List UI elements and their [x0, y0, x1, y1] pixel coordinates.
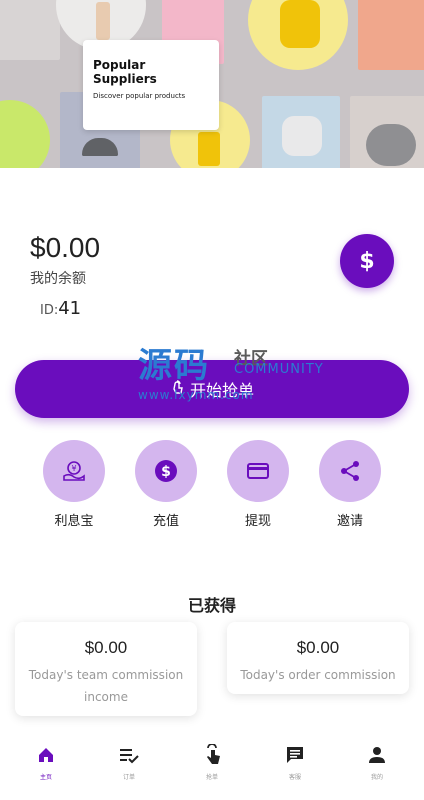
balance-amount: $0.00 — [30, 232, 101, 263]
action-interest-treasure[interactable]: ¥ 利息宝 — [43, 440, 105, 529]
dollar-circle-icon: $ — [155, 460, 177, 482]
tap-icon — [170, 379, 186, 399]
bottom-nav: 主页 订单 抢单 客服 我的 — [0, 738, 424, 800]
invite-circle — [319, 440, 381, 502]
card-icon — [247, 463, 269, 479]
balance-label: 我的余额 — [30, 271, 86, 287]
chat-icon — [275, 744, 315, 766]
nav-item-profile[interactable]: 我的 — [357, 744, 397, 781]
nav-item-home[interactable]: 主页 — [26, 744, 66, 781]
order-commission-value: $0.00 — [296, 638, 340, 657]
profile-icon — [357, 744, 397, 766]
banner-title: Popular Suppliers — [93, 58, 157, 86]
action-recharge[interactable]: $ 充值 — [135, 440, 197, 529]
banner-tile — [0, 0, 60, 60]
action-label: 利息宝 — [54, 514, 94, 529]
banner-card: Popular Suppliers Discover popular produ… — [83, 40, 219, 130]
banner-subtitle: Discover popular products — [93, 92, 186, 100]
nav-label: 主页 — [39, 774, 52, 781]
banner-tile — [358, 0, 424, 70]
balance-dollar-button[interactable]: $ — [340, 234, 394, 288]
home-icon — [26, 744, 66, 766]
banner-circle — [0, 100, 50, 168]
nav-label: 我的 — [370, 774, 383, 781]
product-bottle-image — [96, 2, 110, 40]
order-commission-label: Today's order commission — [240, 668, 396, 682]
user-id-value: 41 — [58, 298, 82, 319]
action-label: 邀请 — [336, 514, 363, 529]
product-shoes-image — [282, 116, 322, 156]
nav-item-service[interactable]: 客服 — [275, 744, 315, 781]
nav-label: 客服 — [288, 774, 301, 781]
product-chair-image — [280, 0, 320, 48]
nav-label: 抢单 — [205, 774, 218, 781]
action-withdraw[interactable]: 提现 — [227, 440, 289, 529]
action-label: 充值 — [152, 514, 179, 529]
action-row: ¥ 利息宝 $ 充值 提现 邀请 — [0, 440, 424, 530]
team-commission-card: $0.00 Today's team commission income — [15, 622, 197, 716]
nav-item-grab-order[interactable]: 抢单 — [192, 744, 232, 781]
nav-label: 订单 — [122, 774, 135, 781]
svg-text:¥: ¥ — [71, 464, 76, 473]
action-label: 提现 — [244, 514, 271, 529]
grab-order-icon — [192, 744, 232, 766]
svg-text:$: $ — [161, 464, 171, 480]
interest-treasure-circle: ¥ — [43, 440, 105, 502]
team-commission-value: $0.00 — [84, 638, 128, 657]
user-id: ID:41 — [40, 298, 81, 319]
start-grab-order-button[interactable]: 开始抢单 — [15, 360, 409, 418]
withdraw-circle — [227, 440, 289, 502]
nav-item-orders[interactable]: 订单 — [109, 744, 149, 781]
start-grab-order-label: 开始抢单 — [189, 381, 254, 400]
dollar-icon: $ — [359, 248, 375, 274]
banner[interactable]: Popular Suppliers Discover popular produ… — [0, 0, 424, 168]
user-id-label: ID: — [40, 303, 59, 318]
action-invite[interactable]: 邀请 — [319, 440, 381, 529]
product-drill-image — [198, 132, 220, 166]
recharge-circle: $ — [135, 440, 197, 502]
team-commission-label: Today's team commission income — [28, 668, 184, 704]
interest-treasure-icon: ¥ — [63, 461, 85, 481]
orders-icon — [109, 744, 149, 766]
share-icon — [341, 461, 359, 481]
earned-title: 已获得 — [187, 596, 236, 615]
product-elephant-image — [366, 124, 416, 166]
order-commission-card: $0.00 Today's order commission — [227, 622, 409, 694]
